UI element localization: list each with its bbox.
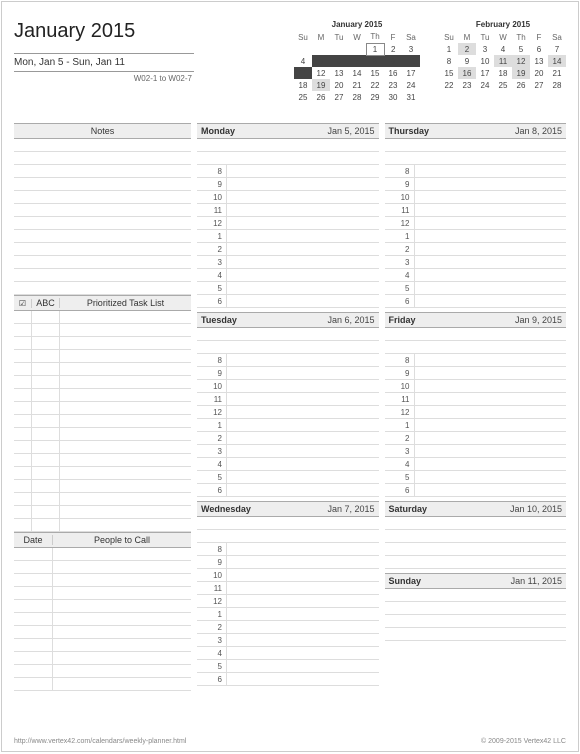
day-freeform[interactable] (385, 517, 567, 569)
left-column: Notes ☑ ABC Prioritized Task List Date P… (14, 123, 191, 691)
page-title: January 2015 (14, 20, 194, 43)
day-freeform[interactable] (385, 328, 567, 354)
day-sunday: Sunday Jan 11, 2015 (385, 573, 567, 641)
notes-label: Notes (91, 126, 115, 136)
day-hours[interactable]: 89101112123456 (385, 354, 567, 497)
day-name: Saturday (389, 504, 428, 514)
notes-area[interactable] (14, 139, 191, 295)
day-name: Wednesday (201, 504, 251, 514)
title-block: January 2015 Mon, Jan 5 - Sun, Jan 11 W0… (14, 20, 194, 83)
day-date: Jan 6, 2015 (327, 315, 374, 325)
task-label: Prioritized Task List (60, 298, 191, 308)
day-header: Tuesday Jan 6, 2015 (197, 312, 379, 328)
day-freeform[interactable] (385, 139, 567, 165)
day-wednesday: Wednesday Jan 7, 2015 89101112123456 (197, 501, 379, 686)
day-hours[interactable]: 89101112123456 (197, 543, 379, 686)
mini-cal-title: February 2015 (440, 20, 566, 29)
day-friday: Friday Jan 9, 2015 89101112123456 (385, 312, 567, 497)
people-label: People to Call (53, 535, 191, 545)
day-freeform[interactable] (197, 517, 379, 543)
date-range: Mon, Jan 5 - Sun, Jan 11 (14, 53, 194, 72)
day-freeform[interactable] (197, 328, 379, 354)
day-name: Tuesday (201, 315, 237, 325)
day-date: Jan 10, 2015 (510, 504, 562, 514)
day-tuesday: Tuesday Jan 6, 2015 89101112123456 (197, 312, 379, 497)
mini-cal-title: January 2015 (294, 20, 420, 29)
task-header: ☑ ABC Prioritized Task List (14, 295, 191, 311)
day-thursday: Thursday Jan 8, 2015 89101112123456 (385, 123, 567, 308)
day-hours[interactable]: 89101112123456 (197, 165, 379, 308)
day-header: Monday Jan 5, 2015 (197, 123, 379, 139)
day-date: Jan 9, 2015 (515, 315, 562, 325)
day-monday: Monday Jan 5, 2015 89101112123456 (197, 123, 379, 308)
task-check-col: ☑ (14, 299, 32, 308)
week-codes: W02-1 to W02-7 (14, 72, 194, 83)
people-area[interactable] (14, 548, 191, 691)
day-date: Jan 11, 2015 (511, 576, 562, 586)
day-saturday: Saturday Jan 10, 2015 (385, 501, 567, 569)
day-hours[interactable]: 89101112123456 (385, 165, 567, 308)
task-abc-col: ABC (32, 298, 60, 308)
footer-copyright: © 2009-2015 Vertex42 LLC (481, 738, 566, 745)
day-hours[interactable]: 89101112123456 (197, 354, 379, 497)
content-grid: Notes ☑ ABC Prioritized Task List Date P… (14, 123, 566, 691)
header-row: January 2015 Mon, Jan 5 - Sun, Jan 11 W0… (14, 20, 566, 103)
day-header: Thursday Jan 8, 2015 (385, 123, 567, 139)
footer: http://www.vertex42.com/calendars/weekly… (14, 738, 566, 745)
day-name: Monday (201, 126, 235, 136)
footer-url: http://www.vertex42.com/calendars/weekly… (14, 738, 186, 745)
mini-cal-january: January 2015 SuMTuWThFSa1234567891011121… (294, 20, 420, 103)
day-header: Wednesday Jan 7, 2015 (197, 501, 379, 517)
mini-calendars: January 2015 SuMTuWThFSa1234567891011121… (194, 20, 566, 103)
day-date: Jan 8, 2015 (515, 126, 562, 136)
people-header: Date People to Call (14, 532, 191, 548)
mini-cal-february: February 2015 SuMTuWThFSa123456789101112… (440, 20, 566, 103)
day-freeform[interactable] (197, 139, 379, 165)
middle-column: Monday Jan 5, 2015 89101112123456 Tuesda… (197, 123, 379, 691)
day-name: Thursday (389, 126, 430, 136)
day-name: Sunday (389, 576, 422, 586)
task-area[interactable] (14, 311, 191, 532)
day-header: Sunday Jan 11, 2015 (385, 573, 567, 589)
day-date: Jan 5, 2015 (327, 126, 374, 136)
right-column: Thursday Jan 8, 2015 89101112123456 Frid… (385, 123, 567, 691)
day-header: Friday Jan 9, 2015 (385, 312, 567, 328)
day-date: Jan 7, 2015 (327, 504, 374, 514)
planner-page: January 2015 Mon, Jan 5 - Sun, Jan 11 W0… (1, 1, 579, 752)
day-name: Friday (389, 315, 416, 325)
notes-header: Notes (14, 123, 191, 139)
day-header: Saturday Jan 10, 2015 (385, 501, 567, 517)
day-freeform[interactable] (385, 589, 567, 641)
people-date-col: Date (14, 535, 53, 545)
